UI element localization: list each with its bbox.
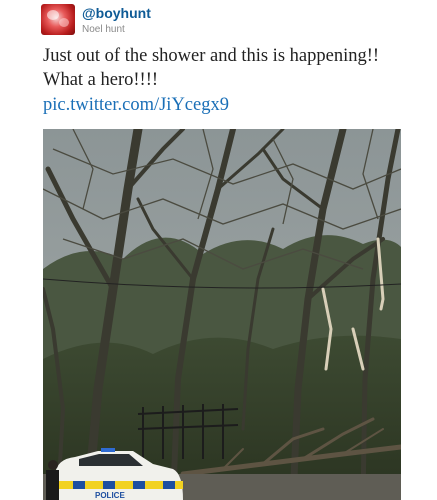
- avatar-highlight: [47, 10, 59, 20]
- tweet-text: Just out of the shower and this is happe…: [43, 46, 380, 90]
- media-link[interactable]: pic.twitter.com/JiYcegx9: [43, 95, 229, 116]
- avatar-highlight-2: [59, 18, 69, 27]
- user-avatar[interactable]: [41, 4, 75, 35]
- user-handle[interactable]: @boyhunt: [82, 5, 151, 21]
- user-display-name: Noel hunt: [82, 24, 125, 35]
- photo-scene: POLICE: [43, 129, 401, 500]
- tweet-card: @boyhunt Noel hunt Just out of the showe…: [0, 0, 437, 500]
- tweet-photo[interactable]: POLICE: [43, 129, 401, 500]
- police-car-label: POLICE: [95, 491, 125, 500]
